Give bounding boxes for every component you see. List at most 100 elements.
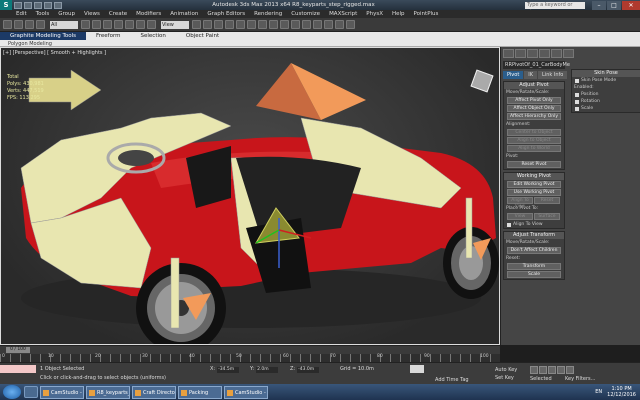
spinner-snap-icon[interactable] [247,20,256,29]
tab-object-paint[interactable]: Object Paint [176,33,229,39]
tab-graphite-modeling[interactable]: Graphite Modeling Tools [0,32,87,40]
edit-working-pivot-button[interactable]: Edit Working Pivot [507,181,561,188]
align-to-object-button[interactable]: Align to Object [507,137,561,144]
place-surface-button[interactable]: Surface [534,213,560,220]
align-to-view-small-button[interactable]: Align To View [507,197,533,209]
reset-scale-button[interactable]: Scale [507,271,561,278]
menu-animation[interactable]: Animation [170,11,198,17]
menu-rendering[interactable]: Rendering [254,11,282,17]
selection-filter-dropdown[interactable]: All [50,20,78,29]
tab-selection[interactable]: Selection [131,33,176,39]
hierarchy-tab-icon[interactable] [527,49,538,58]
reset-transform-button[interactable]: Transform [507,263,561,270]
language-indicator[interactable]: EN [595,389,602,395]
link-icon[interactable] [25,20,34,29]
affect-object-only-button[interactable]: Affect Object Only [507,105,561,112]
time-slider[interactable]: 0 / 100 [6,347,30,353]
coord-y-field[interactable]: 2.0m [256,367,279,373]
menu-graph-editors[interactable]: Graph Editors [207,11,245,17]
maxscript-listener[interactable] [0,365,36,373]
modify-tab-icon[interactable] [515,49,526,58]
rendered-frame-icon[interactable] [335,20,344,29]
app-logo[interactable]: S [0,0,12,10]
align-to-world-button[interactable]: Align to World [507,145,561,152]
create-tab-icon[interactable] [503,49,514,58]
clock[interactable]: 1:10 PM 12/12/2016 [607,386,636,398]
rotate-icon[interactable] [136,20,145,29]
tab-freeform[interactable]: Freeform [86,33,131,39]
select-by-name-icon[interactable] [92,20,101,29]
select-object-icon[interactable] [81,20,90,29]
redo-tool-icon[interactable] [14,20,23,29]
viewport-label[interactable]: [+] [Perspective] [ Smooth + Highlights … [3,50,106,56]
percent-snap-icon[interactable] [236,20,245,29]
rectangle-select-icon[interactable] [103,20,112,29]
menu-group[interactable]: Group [58,11,75,17]
tab-link-info[interactable]: Link Info [538,71,568,79]
render-icon[interactable] [346,20,355,29]
auto-key-button[interactable]: Auto Key [495,366,517,374]
menu-tools[interactable]: Tools [36,11,50,17]
search-input[interactable]: Type a keyword or phrase [525,1,585,15]
add-time-tag[interactable]: Add Time Tag [435,377,469,383]
center-to-object-button[interactable]: Center to Object [507,129,561,136]
menu-physx[interactable]: PhysX [366,11,383,17]
position-checkbox[interactable]: Position [572,91,640,98]
layer-manager-icon[interactable] [280,20,289,29]
open-file-icon[interactable] [24,1,32,9]
display-tab-icon[interactable] [551,49,562,58]
move-icon[interactable] [125,20,134,29]
menu-maxscript[interactable]: MAXScript [329,11,357,17]
manipulate-icon[interactable] [203,20,212,29]
coord-x-field[interactable]: -34.5m [217,367,240,373]
firefox-icon[interactable] [24,386,38,398]
render-setup-icon[interactable] [324,20,333,29]
object-name-field[interactable]: RRPivotOf_01_CarBodyMe [503,61,570,69]
utilities-tab-icon[interactable] [563,49,574,58]
skin-pose-title[interactable]: Skin Pose [572,70,640,77]
menu-customize[interactable]: Customize [291,11,320,17]
coord-z-field[interactable]: -43.0m [297,367,320,373]
rotation-checkbox[interactable]: Rotation [572,98,640,105]
time-slider-track[interactable]: 0 / 100 [0,345,500,354]
menu-pointplus[interactable]: PointPlus [414,11,439,17]
scale-checkbox[interactable]: Scale [572,105,640,112]
task-packing[interactable]: Packing [178,385,222,399]
window-crossing-icon[interactable] [114,20,123,29]
skin-pose-mode-checkbox[interactable]: Skin Pose Mode [572,77,640,84]
align-icon[interactable] [269,20,278,29]
reset-pivot-button[interactable]: Reset Pivot [507,161,561,168]
affect-hierarchy-only-button[interactable]: Affect Hierarchy Only [507,113,561,120]
adjust-pivot-title[interactable]: Adjust Pivot [504,82,564,89]
snap-toggle-icon[interactable] [214,20,223,29]
start-button[interactable] [3,385,21,399]
key-filters-button[interactable]: Key Filters... [565,376,595,382]
set-key-button[interactable]: Set Key [495,374,517,382]
minimize-button[interactable]: – [592,0,606,10]
tab-ik[interactable]: IK [524,71,538,79]
adjust-transform-title[interactable]: Adjust Transform [504,232,564,239]
mirror-icon[interactable] [258,20,267,29]
angle-snap-icon[interactable] [225,20,234,29]
perspective-viewport[interactable]: [+] [Perspective] [ Smooth + Highlights … [0,47,500,345]
go-to-start-icon[interactable] [530,366,538,374]
menu-edit[interactable]: Edit [16,11,27,17]
next-frame-icon[interactable] [557,366,565,374]
menu-modifiers[interactable]: Modifiers [136,11,161,17]
new-file-icon[interactable] [14,1,22,9]
task-camstudio-2[interactable]: CamStudio - Cust... [224,385,268,399]
menu-help[interactable]: Help [392,11,405,17]
task-3dsmax[interactable]: R8_keyparts_step_1... [86,385,130,399]
save-file-icon[interactable] [34,1,42,9]
use-working-pivot-button[interactable]: Use Working Pivot [507,189,561,196]
task-camstudio[interactable]: CamStudio - Free... [40,385,84,399]
go-to-end-icon[interactable] [566,366,574,374]
unlink-icon[interactable] [36,20,45,29]
menu-create[interactable]: Create [109,11,127,17]
pivot-center-icon[interactable] [192,20,201,29]
selected-dropdown[interactable]: Selected [530,376,552,382]
play-icon[interactable] [548,366,556,374]
task-craft-director[interactable]: Craft Director Stu... [132,385,176,399]
previous-frame-icon[interactable] [539,366,547,374]
material-editor-icon[interactable] [313,20,322,29]
